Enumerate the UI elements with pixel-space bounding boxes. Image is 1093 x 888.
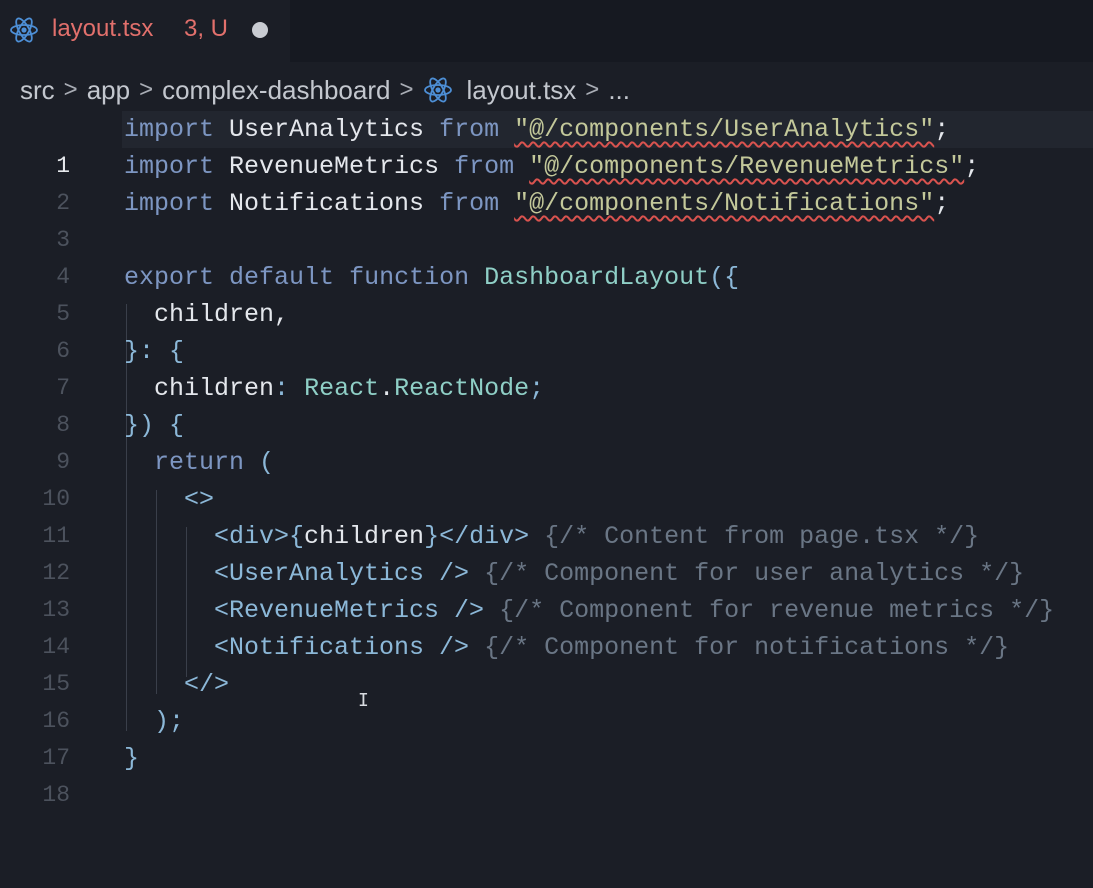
breadcrumb: src > app > complex-dashboard > layout.t… [20,70,630,110]
react-icon [10,17,38,43]
import-path-string: "@/components/RevenueMetrics" [529,152,965,181]
tab-filename: layout.tsx [52,15,154,42]
code-line[interactable]: 2 import RevenueMetrics from "@/componen… [0,148,1093,216]
code-line[interactable]: 5 export default function DashboardLayou… [0,259,1093,327]
unsaved-dot-icon[interactable] [252,22,268,38]
code-line[interactable]: 7 }: { [0,333,1093,401]
import-path-string: "@/components/Notifications" [514,189,935,218]
line-number: 18 [42,782,70,808]
code-line[interactable]: 17 ); [0,703,1093,771]
breadcrumb-item-src[interactable]: src [20,75,55,106]
code-line[interactable]: 4 [0,222,1093,290]
code-line[interactable]: 6 children, [0,296,1093,364]
chevron-right-icon: > [585,76,600,103]
code-editor[interactable]: 1 import UserAnalytics from "@/component… [0,110,1093,808]
code-line[interactable]: 9 }) { [0,407,1093,475]
breadcrumb-item-app[interactable]: app [87,75,130,106]
text-cursor-icon: I [358,690,369,711]
import-path-string: "@/components/UserAnalytics" [514,115,935,144]
tab-layout-tsx[interactable]: layout.tsx 3, U [0,0,290,62]
breadcrumb-item-complex-dashboard[interactable]: complex-dashboard [162,75,390,106]
tab-bar: layout.tsx 3, U [0,0,1093,62]
chevron-right-icon: > [63,76,78,103]
code-line[interactable]: 14 <RevenueMetrics /> {/* Component for … [0,592,1093,660]
code-line[interactable]: 15 <Notifications /> {/* Component for n… [0,629,1093,697]
chevron-right-icon: > [399,76,414,103]
breadcrumb-item-layout-tsx[interactable]: layout.tsx [466,75,576,106]
code-line[interactable]: 10 return ( [0,444,1093,512]
code-line[interactable]: 13 <UserAnalytics /> {/* Component for u… [0,555,1093,623]
code-line[interactable]: 16 </> [0,666,1093,734]
code-line[interactable]: 12 <div>{children}</div> {/* Content fro… [0,518,1093,586]
code-line[interactable]: 8 children: React.ReactNode; [0,370,1093,438]
chevron-right-icon: > [139,76,154,103]
react-icon [424,77,453,103]
code-line[interactable]: 3 import Notifications from "@/component… [0,185,1093,253]
tab-problem-status: 3, U [184,15,229,42]
breadcrumb-item-symbols[interactable]: ... [608,75,630,106]
code-line[interactable]: 1 import UserAnalytics from "@/component… [0,111,1093,179]
code-line[interactable]: 18 } [0,740,1093,808]
code-line[interactable]: 11 <> [0,481,1093,549]
